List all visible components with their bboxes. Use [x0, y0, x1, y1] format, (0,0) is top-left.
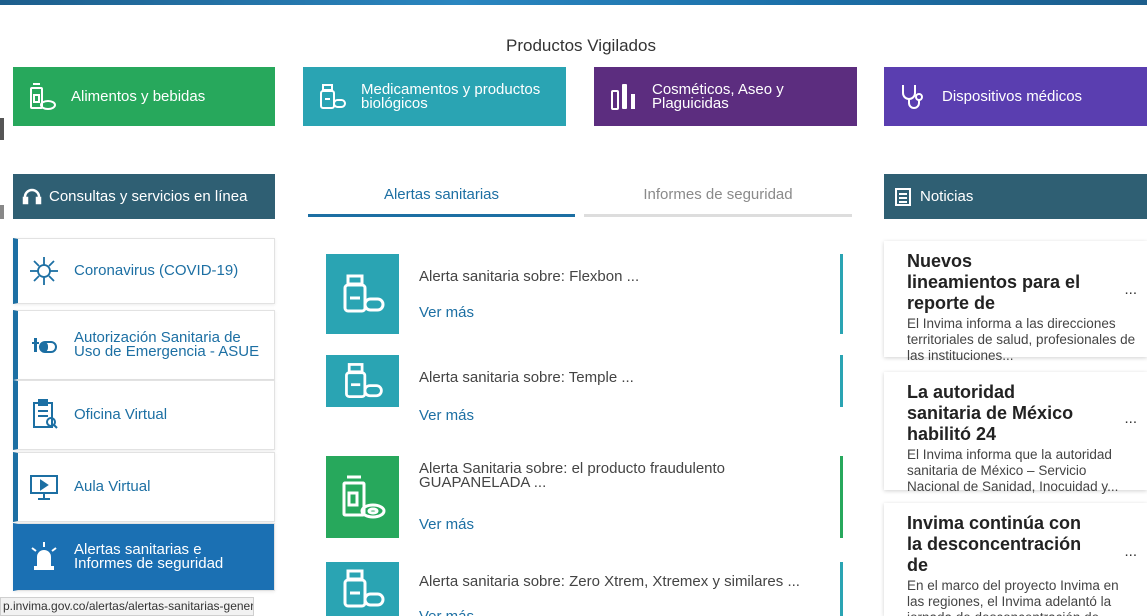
news-more-ellipsis[interactable]: ...	[1124, 410, 1137, 427]
alert-more-link[interactable]: Ver más	[419, 516, 474, 533]
service-aula-virtual[interactable]: Aula Virtual	[13, 452, 275, 522]
food-drink-icon	[27, 82, 57, 112]
product-label: Cosméticos, Aseo y Plaguicidas	[652, 80, 784, 112]
services-header: Consultas y servicios en línea	[13, 174, 275, 219]
alert-title: Alerta Sanitaria sobre: el producto frau…	[419, 460, 726, 491]
newspaper-icon	[892, 186, 914, 208]
medicine-icon	[326, 562, 399, 616]
product-label: Dispositivos médicos	[942, 87, 1083, 105]
alert-accent-bar	[840, 562, 843, 616]
service-oficina-virtual[interactable]: Oficina Virtual	[13, 380, 275, 450]
news-more-ellipsis[interactable]: ...	[1124, 281, 1137, 298]
tab-alertas-sanitarias[interactable]: Alertas sanitarias	[308, 174, 575, 217]
news-card[interactable]: Invima continúa con la desconcentración …	[884, 503, 1147, 616]
news-summary: El Invima informa a las direcciones terr…	[907, 316, 1136, 363]
alert-more-link[interactable]: Ver más	[419, 304, 474, 321]
service-asue[interactable]: Autorización Sanitaria de Uso de Emergen…	[13, 310, 275, 380]
news-headline: Invima continúa con la desconcentración …	[907, 513, 1082, 575]
medicine-icon	[326, 355, 399, 407]
monitor-icon	[24, 467, 64, 507]
product-dispositivos-button[interactable]: Dispositivos médicos	[884, 67, 1147, 126]
left-edge-fragment	[0, 205, 4, 219]
stethoscope-icon	[898, 82, 928, 112]
service-alertas-informes[interactable]: Alertas sanitarias e Informes de segurid…	[13, 523, 275, 591]
service-label: Autorización Sanitaria de Uso de Emergen…	[74, 329, 260, 360]
service-label: Oficina Virtual	[74, 406, 168, 423]
siren-icon	[24, 537, 64, 577]
news-headline: Nuevos lineamientos para el reporte de	[907, 251, 1081, 313]
alert-more-link[interactable]: Ver más	[419, 608, 474, 616]
news-header: Noticias	[884, 174, 1147, 219]
alert-item: Alerta sanitaria sobre: Zero Xtrem, Xtre…	[326, 562, 843, 616]
service-label: Aula Virtual	[74, 478, 151, 495]
medicine-icon	[326, 254, 399, 334]
left-edge-fragment	[0, 118, 4, 140]
product-medicamentos-button[interactable]: Medicamentos y productos biológicos	[303, 67, 566, 126]
top-accent-bar	[0, 0, 1147, 5]
alert-more-link[interactable]: Ver más	[419, 407, 474, 424]
news-card[interactable]: Nuevos lineamientos para el reporte de .…	[884, 241, 1147, 363]
service-label: Alertas sanitarias e Informes de segurid…	[74, 541, 224, 572]
vaccine-icon	[24, 325, 64, 365]
news-headline: La autoridad sanitaria de México habilit…	[907, 382, 1074, 444]
product-alimentos-button[interactable]: Alimentos y bebidas	[13, 67, 275, 126]
section-title: Productos Vigilados	[506, 36, 656, 55]
service-label: Coronavirus (COVID-19)	[74, 262, 239, 279]
alert-item: Alerta Sanitaria sobre: el producto frau…	[326, 456, 843, 538]
services-title: Consultas y servicios en línea	[49, 188, 248, 205]
product-label: Alimentos y bebidas	[71, 87, 206, 105]
medicine-icon	[317, 82, 347, 112]
alert-title: Alerta sanitaria sobre: Temple ...	[419, 369, 634, 386]
status-bar-url: p.invima.gov.co/alertas/alertas-sanitari…	[0, 597, 254, 616]
cosmetics-icon	[608, 82, 638, 112]
headset-icon	[21, 186, 43, 208]
news-title: Noticias	[920, 188, 974, 205]
tab-informes-seguridad[interactable]: Informes de seguridad	[584, 174, 852, 217]
food-drink-icon	[326, 456, 399, 538]
news-more-ellipsis[interactable]: ...	[1124, 543, 1137, 560]
virus-icon	[24, 251, 64, 291]
news-summary: El Invima informa que la autoridad sanit…	[907, 447, 1119, 494]
alert-accent-bar	[840, 254, 843, 334]
alert-accent-bar	[840, 355, 843, 407]
alert-accent-bar	[840, 456, 843, 538]
clipboard-icon	[24, 395, 64, 435]
product-cosmeticos-button[interactable]: Cosméticos, Aseo y Plaguicidas	[594, 67, 857, 126]
alerts-tabs: Alertas sanitarias Informes de seguridad	[308, 174, 852, 219]
news-card[interactable]: La autoridad sanitaria de México habilit…	[884, 372, 1147, 494]
news-summary: En el marco del proyecto Invima en las r…	[907, 578, 1119, 616]
alert-title: Alerta sanitaria sobre: Flexbon ...	[419, 268, 640, 285]
alert-title: Alerta sanitaria sobre: Zero Xtrem, Xtre…	[419, 573, 800, 590]
alert-item: Alerta sanitaria sobre: Flexbon ... Ver …	[326, 254, 843, 334]
alert-item: Alerta sanitaria sobre: Temple ... Ver m…	[326, 355, 843, 435]
product-label: Medicamentos y productos biológicos	[361, 80, 541, 112]
service-coronavirus[interactable]: Coronavirus (COVID-19)	[13, 238, 275, 304]
